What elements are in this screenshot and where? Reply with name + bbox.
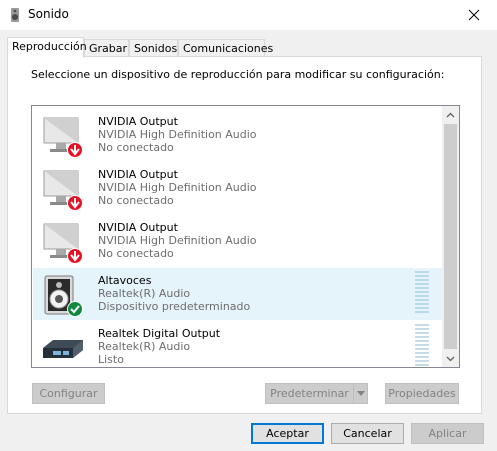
device-driver: NVIDIA High Definition Audio xyxy=(98,234,257,247)
device-item-nvidia-output-3[interactable]: NVIDIA Output NVIDIA High Definition Aud… xyxy=(33,215,443,267)
accept-button[interactable]: Aceptar xyxy=(251,423,324,444)
monitor-icon xyxy=(43,170,83,211)
volume-level-meter xyxy=(415,324,429,367)
title-bar[interactable]: Sonido xyxy=(0,0,497,30)
digital-output-icon xyxy=(43,340,83,358)
window-title: Sonido xyxy=(28,7,69,21)
cancel-button[interactable]: Cancelar xyxy=(331,423,404,444)
speaker-app-icon xyxy=(11,8,19,22)
instruction-text: Seleccione un dispositivo de reproducció… xyxy=(31,68,445,81)
device-driver: Realtek(R) Audio xyxy=(98,340,191,353)
device-item-altavoces[interactable]: Altavoces Realtek(R) Audio Dispositivo p… xyxy=(33,268,443,320)
device-name: Realtek Digital Output xyxy=(98,327,221,340)
device-status: No conectado xyxy=(98,141,174,154)
monitor-icon xyxy=(43,223,83,264)
device-item-nvidia-output-1[interactable]: NVIDIA Output NVIDIA High Definition Aud… xyxy=(33,109,443,161)
monitor-icon xyxy=(43,117,83,158)
tab-reproduccion[interactable]: Reproducción xyxy=(7,37,87,58)
device-driver: NVIDIA High Definition Audio xyxy=(98,128,257,141)
tab-grabar[interactable]: Grabar xyxy=(84,39,129,57)
sound-dialog: Sonido Reproducción Grabar Sonidos Comun… xyxy=(0,0,497,451)
apply-button[interactable]: Aplicar xyxy=(411,423,484,444)
chevron-up-icon xyxy=(446,112,455,117)
device-item-nvidia-output-2[interactable]: NVIDIA Output NVIDIA High Definition Aud… xyxy=(33,162,443,214)
default-check-icon xyxy=(68,302,82,316)
speaker-icon xyxy=(44,275,83,317)
device-status: Dispositivo predeterminado xyxy=(98,300,251,313)
device-name: NVIDIA Output xyxy=(98,115,178,128)
configure-button[interactable]: Configurar xyxy=(32,383,105,404)
close-icon xyxy=(468,9,480,21)
set-default-button[interactable]: Predeterminar xyxy=(265,383,354,404)
volume-level-meter xyxy=(415,271,429,315)
chevron-down-icon xyxy=(356,391,365,396)
tab-comunicaciones[interactable]: Comunicaciones xyxy=(178,39,273,57)
device-name: NVIDIA Output xyxy=(98,168,178,181)
device-driver: NVIDIA High Definition Audio xyxy=(98,181,257,194)
tab-sonidos[interactable]: Sonidos xyxy=(129,39,178,57)
device-status: No conectado xyxy=(98,247,174,260)
scroll-up-button[interactable] xyxy=(442,106,459,123)
properties-button[interactable]: Propiedades xyxy=(385,383,459,404)
device-item-realtek-digital-output[interactable]: Realtek Digital Output Realtek(R) Audio … xyxy=(33,321,443,367)
close-button[interactable] xyxy=(451,0,497,30)
device-name: NVIDIA Output xyxy=(98,221,178,234)
scroll-thumb[interactable] xyxy=(444,124,457,349)
device-name: Altavoces xyxy=(98,274,152,287)
set-default-dropdown[interactable] xyxy=(353,383,368,404)
device-status: Listo xyxy=(98,353,124,366)
scroll-down-button[interactable] xyxy=(442,350,459,367)
chevron-down-icon xyxy=(446,356,455,361)
device-status: No conectado xyxy=(98,194,174,207)
device-driver: Realtek(R) Audio xyxy=(98,287,191,300)
device-list[interactable]: NVIDIA Output NVIDIA High Definition Aud… xyxy=(31,105,460,368)
list-scrollbar[interactable] xyxy=(442,106,459,367)
